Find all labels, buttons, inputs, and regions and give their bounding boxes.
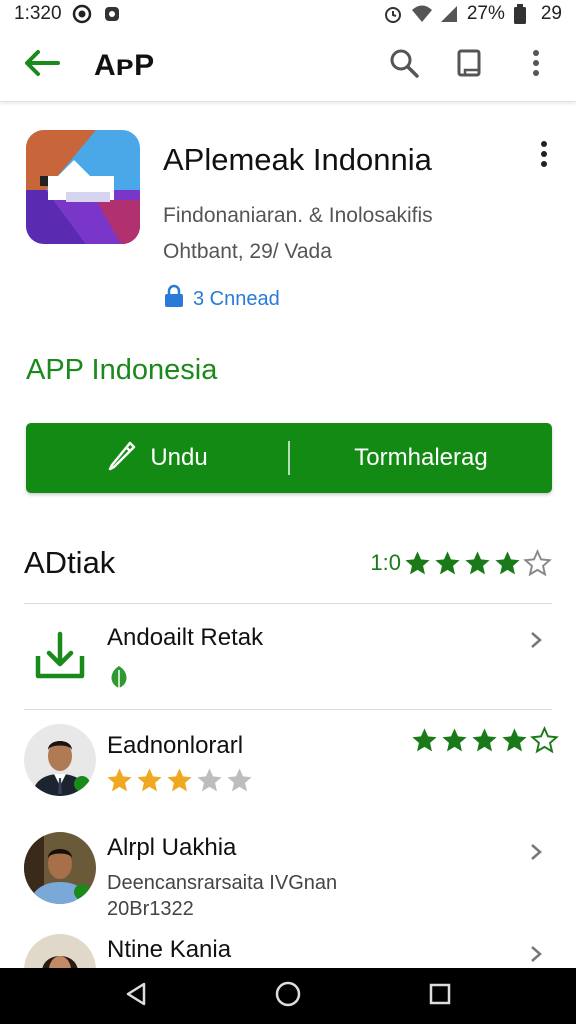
system-nav-bar (0, 968, 576, 1024)
battery-percent: 27% (466, 3, 505, 24)
star-filled-icon (470, 726, 499, 755)
leaf-icon (107, 664, 131, 695)
star-filled-icon (500, 726, 529, 755)
star-filled-icon (105, 766, 134, 795)
reviewer-rating-stars (410, 726, 559, 755)
page-title: AᴘP (94, 48, 155, 82)
star-empty-icon (530, 726, 559, 755)
star-filled-icon (135, 766, 164, 795)
undu-button-label: Undu (150, 444, 208, 471)
divider (24, 603, 552, 604)
star-filled-icon (165, 766, 194, 795)
list-item-date: 20Br1322 (107, 898, 194, 920)
app-contains-label: 3 Cnnead (193, 287, 280, 310)
app-icon (26, 130, 140, 244)
rating-score-value: 1:0 (370, 550, 401, 575)
list-item-download[interactable]: Andoailt Retak (0, 612, 576, 707)
review-item[interactable]: Eadnonlorarl (0, 718, 576, 818)
list-item-profile[interactable]: Ntine Kania (0, 930, 576, 968)
star-filled-icon (440, 726, 469, 755)
status-time: 1:320 (14, 3, 62, 24)
list-item-profile[interactable]: Alrpl Uakhia Deencansrarsaita IVGnan 20B… (0, 826, 576, 926)
star-filled-icon (433, 549, 462, 578)
search-icon (389, 48, 419, 83)
app-name: APlemeak Indonnia (163, 142, 432, 177)
list-item-subtitle: Deencansrarsaita IVGnan (107, 872, 338, 894)
section-title: APP Indonesia (26, 354, 218, 386)
rating-score: 1:0 (370, 548, 552, 578)
list-item-title: Ntine Kania (107, 936, 232, 963)
avatar (24, 832, 96, 904)
library-button[interactable] (448, 44, 492, 88)
pencil-icon (106, 439, 138, 478)
overflow-menu-button[interactable] (514, 44, 558, 88)
library-icon (456, 48, 484, 83)
star-empty-icon (195, 766, 224, 795)
more-vert-icon (532, 49, 540, 82)
tormhalerag-button-label: Tormhalerag (354, 444, 488, 471)
avatar (24, 724, 96, 796)
reviewer-name: Eadnonlorarl (107, 732, 244, 759)
star-filled-icon (463, 549, 492, 578)
undu-button[interactable]: Undu (26, 423, 288, 493)
download-icon (34, 630, 86, 687)
back-button[interactable] (20, 44, 64, 88)
search-button[interactable] (382, 44, 426, 88)
action-button-bar: Undu Tormhalerag (26, 423, 552, 493)
app-meta: Ohtbant, 29/ Vada (163, 240, 332, 263)
chevron-right-icon (522, 838, 550, 866)
back-triangle-icon (124, 981, 148, 1012)
star-filled-icon (493, 549, 522, 578)
status-bar: 1:320 27% 29 (0, 0, 576, 28)
list-item-title: Andoailt Retak (107, 624, 264, 651)
app-developer[interactable]: Findonaniaran. & Inolosakifis (163, 204, 433, 228)
signal-icon (439, 4, 459, 24)
chevron-right-icon (522, 940, 550, 968)
chevron-right-icon (522, 626, 550, 654)
rating-label: ADtiak (24, 545, 116, 580)
avatar (24, 934, 96, 968)
status-extra: 29 (540, 3, 562, 24)
review-stars (105, 766, 254, 795)
wifi-icon (411, 4, 432, 24)
nav-home-button[interactable] (264, 972, 312, 1020)
app-bar: AᴘP (0, 30, 576, 102)
star-filled-icon (403, 549, 432, 578)
nav-recents-button[interactable] (416, 972, 464, 1020)
app-more-button[interactable] (524, 134, 564, 178)
arrow-left-icon (24, 49, 60, 82)
more-vert-icon (540, 140, 548, 173)
recents-square-icon (428, 982, 452, 1011)
divider (24, 709, 552, 710)
battery-icon (513, 4, 533, 24)
star-empty-icon (225, 766, 254, 795)
record-icon (72, 4, 92, 24)
notification-icon (102, 4, 122, 24)
star-filled-icon (410, 726, 439, 755)
nav-back-button[interactable] (112, 972, 160, 1020)
alarm-icon (383, 4, 403, 24)
tormhalerag-button[interactable]: Tormhalerag (290, 423, 552, 493)
star-empty-icon (523, 548, 552, 578)
list-item-title: Alrpl Uakhia (107, 834, 237, 861)
app-contains[interactable]: 3 Cnnead (163, 284, 280, 314)
rating-stars (403, 548, 552, 578)
lock-icon (163, 284, 185, 314)
app-header: APlemeak Indonnia Findonaniaran. & Inolo… (0, 126, 576, 316)
home-circle-icon (274, 980, 302, 1013)
rating-header: ADtiak 1:0 (24, 540, 552, 586)
